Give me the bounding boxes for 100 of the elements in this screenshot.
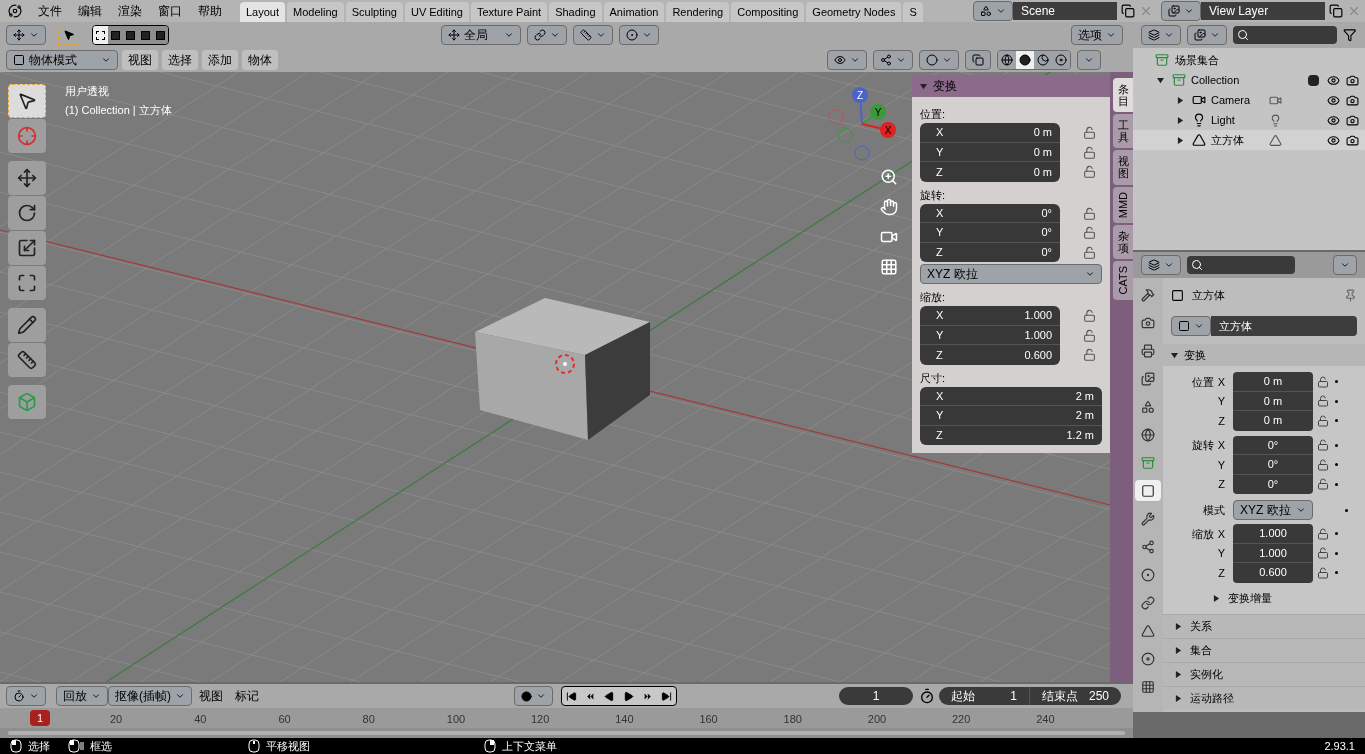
chevron-down-icon[interactable]	[1106, 30, 1116, 40]
menu-button[interactable]: 添加	[202, 50, 238, 70]
outliner-row[interactable]: Light	[1133, 110, 1365, 130]
play-icon[interactable]	[623, 690, 634, 702]
caret-down-icon[interactable]	[1157, 76, 1164, 84]
stopwatch-icon[interactable]	[919, 688, 935, 704]
number-field[interactable]: 0°	[1233, 455, 1313, 475]
camera-icon[interactable]	[1346, 73, 1359, 87]
number-field[interactable]: Y 0 m	[920, 142, 1060, 162]
editor-type-button[interactable]	[6, 686, 46, 706]
pin-icon[interactable]	[1344, 288, 1357, 302]
unlocked-padlock-icon[interactable]	[1317, 547, 1329, 560]
chevron-down-icon[interactable]	[1184, 6, 1194, 16]
disc-icon[interactable]	[1141, 651, 1155, 666]
hand-icon[interactable]	[880, 198, 898, 216]
pivot-dropdown[interactable]	[527, 25, 567, 45]
camera-icon[interactable]	[1346, 93, 1359, 107]
chevron-down-icon[interactable]	[1085, 269, 1095, 279]
filter-dropdown[interactable]	[1187, 25, 1227, 45]
chevron-down-icon[interactable]	[550, 30, 560, 40]
editor-type-button[interactable]	[6, 25, 46, 45]
caret-right-icon[interactable]	[1213, 595, 1220, 602]
circle-icon[interactable]	[926, 54, 938, 66]
number-field[interactable]: 0°	[1233, 474, 1313, 494]
select-tool-button[interactable]	[58, 25, 80, 45]
panel-header[interactable]: 运动路径	[1163, 685, 1365, 710]
frame-corners-icon[interactable]	[17, 273, 37, 293]
number-field[interactable]: Z 0.600	[920, 345, 1060, 365]
chevron-down-icon[interactable]	[1084, 55, 1094, 65]
chevron-down-icon[interactable]	[504, 30, 514, 40]
select-mode-button[interactable]	[138, 26, 153, 44]
select-mode-button[interactable]	[153, 26, 168, 44]
tool-button[interactable]	[8, 231, 46, 265]
wrench-icon[interactable]	[1141, 511, 1155, 526]
sidebar-tab[interactable]: 条目	[1113, 78, 1133, 113]
datablock-dropdown[interactable]	[1171, 316, 1211, 336]
record-dot-icon[interactable]	[521, 690, 532, 702]
chevron-down-icon[interactable]	[175, 691, 185, 701]
eye-icon[interactable]	[1327, 133, 1340, 147]
blender-logo-icon[interactable]	[8, 4, 22, 18]
menu-dropdown[interactable]: 回放	[56, 686, 108, 706]
scene-selector-button[interactable]	[973, 1, 1013, 21]
number-field[interactable]: Y 2 m	[920, 406, 1102, 426]
panel-header[interactable]: 集合	[1163, 637, 1365, 662]
images-icon[interactable]	[1194, 29, 1206, 41]
menu-item[interactable]: 标记	[230, 687, 264, 705]
caret-right-icon[interactable]	[1175, 646, 1182, 654]
workspace-tab[interactable]: Modeling	[287, 2, 344, 22]
globe-icon[interactable]	[1141, 427, 1155, 442]
number-field[interactable]: 0 m	[1233, 372, 1313, 392]
nodes-icon[interactable]	[1141, 539, 1155, 554]
chevron-down-icon[interactable]	[91, 691, 101, 701]
number-field[interactable]: Z 0 m	[920, 162, 1060, 182]
chevron-down-icon[interactable]	[1296, 505, 1306, 515]
move-arrows-icon[interactable]	[17, 168, 37, 188]
caret-right-icon[interactable]	[1177, 136, 1184, 144]
end-frame-field[interactable]: 结束点 250	[1029, 687, 1121, 705]
sidebar-tab[interactable]: 工具	[1113, 114, 1133, 149]
rotation-mode-dropdown[interactable]: XYZ 欧拉	[1233, 500, 1313, 520]
number-field[interactable]: 0 m	[1233, 411, 1313, 431]
outliner-row[interactable]: 立方体	[1133, 130, 1365, 150]
display-mode-dropdown[interactable]	[1141, 25, 1181, 45]
camera-icon[interactable]	[1346, 113, 1359, 127]
rotate-icon[interactable]	[17, 203, 37, 223]
chevron-down-icon[interactable]	[996, 6, 1006, 16]
chevron-down-icon[interactable]	[1210, 30, 1220, 40]
unlocked-padlock-icon[interactable]	[1317, 566, 1329, 579]
chevron-down-icon[interactable]	[536, 691, 546, 701]
chevron-down-icon[interactable]	[29, 691, 39, 701]
nodes-icon[interactable]	[880, 54, 892, 66]
ruler-icon[interactable]	[580, 29, 592, 41]
number-field[interactable]: 0.600	[1233, 563, 1313, 583]
menu-button[interactable]: 选择	[162, 50, 198, 70]
workspace-tab[interactable]: Sculpting	[345, 2, 403, 22]
panel-header[interactable]: 实例化	[1163, 661, 1365, 686]
box-icon[interactable]	[1172, 73, 1186, 87]
skip-forward-icon[interactable]	[661, 690, 672, 702]
checkbox[interactable]	[1308, 74, 1319, 86]
number-field[interactable]: Y 0°	[920, 223, 1060, 243]
select-mode-button[interactable]	[108, 26, 123, 44]
sidebar-tab[interactable]: CATS	[1113, 261, 1133, 300]
shapes-icon[interactable]	[1141, 399, 1155, 414]
cursor-arrow-icon[interactable]	[63, 29, 75, 41]
gizmo-toggle-button[interactable]	[873, 50, 913, 70]
number-field[interactable]: Z 0°	[920, 242, 1060, 262]
ruler-icon[interactable]	[17, 350, 37, 370]
circle-dot-icon[interactable]	[626, 29, 638, 41]
number-field[interactable]: Z 1.2 m	[920, 425, 1102, 445]
number-field[interactable]: 1.000	[1233, 543, 1313, 563]
workspace-tab[interactable]: S	[903, 2, 923, 22]
unlocked-padlock-icon[interactable]	[1317, 414, 1329, 427]
menu-item[interactable]: 帮助	[190, 0, 230, 22]
editor-type-button[interactable]	[1141, 255, 1181, 275]
menu-item[interactable]: 渲染	[110, 0, 150, 22]
square-icon[interactable]	[1178, 320, 1190, 332]
caret-right-icon[interactable]	[1175, 694, 1182, 702]
chevron-down-icon[interactable]	[29, 30, 39, 40]
play-reverse-icon[interactable]	[604, 690, 615, 702]
caret-down-icon[interactable]	[1171, 351, 1178, 359]
tool-button[interactable]	[8, 161, 46, 195]
